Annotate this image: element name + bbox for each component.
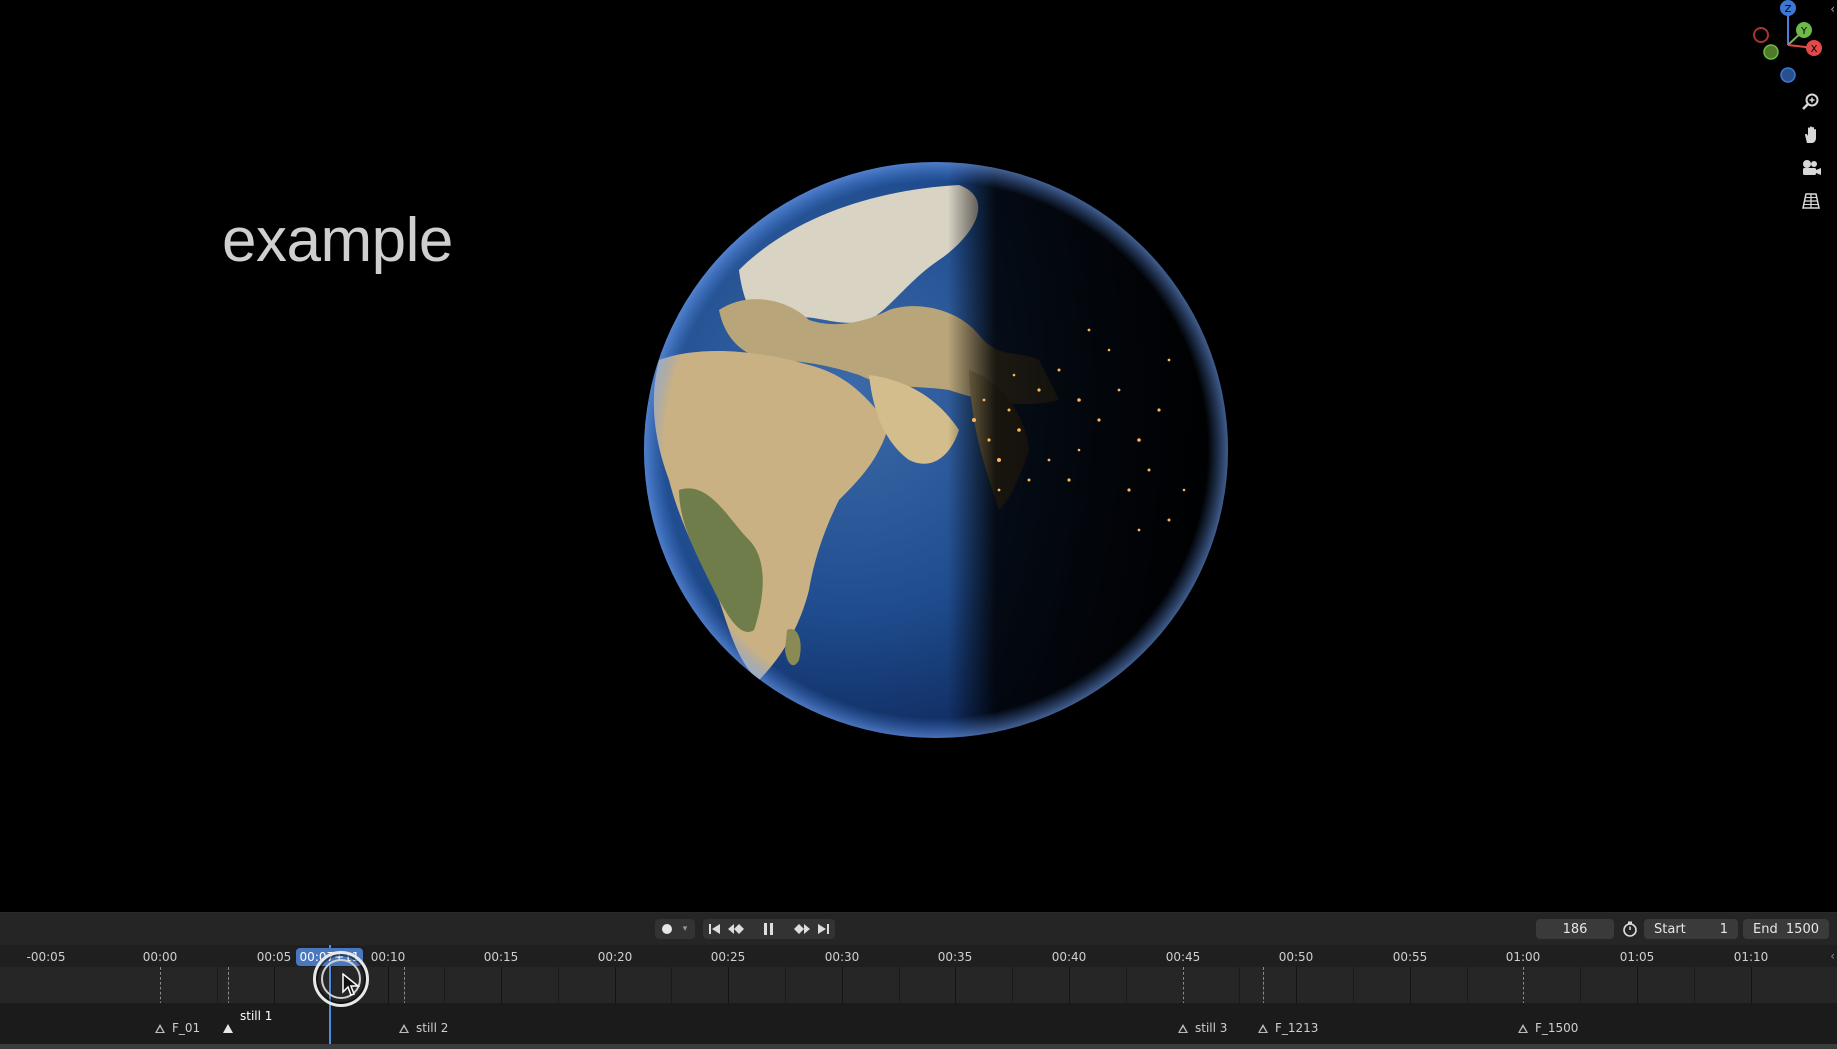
marker-row[interactable]: F_01 still 1 still 2 still 3 F_1213 F_15… — [0, 1003, 1837, 1043]
grid-line — [558, 967, 559, 1003]
camera-icon[interactable] — [1797, 154, 1825, 182]
marker-label: still 3 — [1195, 1021, 1228, 1035]
grid-line — [728, 967, 729, 1003]
mouse-pointer-icon — [342, 973, 360, 996]
grid-line — [388, 967, 389, 1003]
marker-label: still 2 — [416, 1021, 449, 1035]
grid-line — [1296, 967, 1297, 1003]
horizontal-scrollbar[interactable] — [0, 1044, 1837, 1049]
marker-item-selected[interactable]: still 1 — [223, 1009, 273, 1033]
earth-globe — [644, 162, 1228, 738]
marker-label: F_1213 — [1275, 1021, 1319, 1035]
time-ruler[interactable]: -00:05 00:00 00:05 00:10 00:15 00:20 00:… — [0, 945, 1837, 967]
ruler-tick: 00:50 — [1278, 950, 1314, 964]
pause-icon[interactable] — [757, 919, 779, 939]
start-frame-field[interactable]: Start 1 — [1644, 919, 1738, 939]
grid-line — [1126, 967, 1127, 1003]
3d-viewport[interactable]: example Z Y X ‹ — [0, 0, 1837, 912]
grid-line — [1410, 967, 1411, 1003]
jump-end-icon[interactable] — [813, 919, 833, 939]
grid-line — [217, 967, 218, 1003]
ruler-tick: 00:05 — [256, 950, 292, 964]
marker-triangle-icon — [155, 1023, 165, 1033]
start-label: Start — [1654, 921, 1686, 937]
marker-triangle-icon — [1258, 1023, 1268, 1033]
marker-triangle-icon — [399, 1023, 409, 1033]
marker-label: still 1 — [240, 1009, 273, 1023]
grid-line — [274, 967, 275, 1003]
navigation-gizmo[interactable]: Z Y X — [1747, 0, 1827, 90]
grid-line — [899, 967, 900, 1003]
gizmo-x-label: X — [1811, 44, 1818, 55]
ruler-tick: 00:55 — [1392, 950, 1428, 964]
start-value: 1 — [1719, 921, 1728, 937]
grid-line — [1069, 967, 1070, 1003]
keyframe-track-area[interactable] — [0, 967, 1837, 1003]
marker-item[interactable]: F_1500 — [1518, 1021, 1578, 1035]
marker-triangle-icon — [1518, 1023, 1528, 1033]
jump-start-icon[interactable] — [705, 919, 725, 939]
end-value: 1500 — [1785, 921, 1819, 937]
grid-line — [444, 967, 445, 1003]
grid-line — [1637, 967, 1638, 1003]
grid-line — [1751, 967, 1752, 1003]
gizmo-z-label: Z — [1785, 4, 1792, 15]
overlay-text: example — [222, 206, 453, 275]
ruler-tick: 00:20 — [597, 950, 633, 964]
grid-line — [501, 967, 502, 1003]
chevron-down-icon[interactable]: ▾ — [678, 919, 692, 939]
hand-pan-icon[interactable] — [1797, 121, 1825, 149]
ruler-tick: 01:00 — [1505, 950, 1541, 964]
grid-line — [1353, 967, 1354, 1003]
ruler-tick: 00:30 — [824, 950, 860, 964]
marker-item[interactable]: F_1213 — [1258, 1021, 1318, 1035]
ruler-tick: 00:45 — [1165, 950, 1201, 964]
stopwatch-icon[interactable] — [1620, 919, 1640, 939]
collapse-arrow-icon[interactable]: ‹ — [1830, 949, 1835, 963]
timeline-header: ▾ 186 Start 1 End 1500 — [0, 913, 1837, 945]
ruler-tick: 01:05 — [1619, 950, 1655, 964]
record-dot-icon[interactable] — [658, 919, 676, 939]
collapse-arrow-icon[interactable]: ‹ — [1830, 2, 1835, 16]
marker-triangle-icon — [1178, 1023, 1188, 1033]
ruler-tick: 00:15 — [483, 950, 519, 964]
marker-label: F_1500 — [1535, 1021, 1579, 1035]
grid-perspective-icon[interactable] — [1797, 187, 1825, 215]
grid-line — [1580, 967, 1581, 1003]
marker-item[interactable]: still 2 — [399, 1021, 448, 1035]
ruler-tick: -00:05 — [26, 950, 66, 964]
timeline-editor[interactable]: ▾ 186 Start 1 End 1500 -00:05 00:00 00:0… — [0, 912, 1837, 1049]
gizmo-y-label: Y — [1800, 26, 1808, 37]
grid-line — [615, 967, 616, 1003]
current-frame-field[interactable]: 186 — [1536, 919, 1614, 939]
grid-line — [955, 967, 956, 1003]
grid-line — [842, 967, 843, 1003]
grid-line — [1467, 967, 1468, 1003]
grid-line — [1694, 967, 1695, 1003]
end-label: End — [1753, 921, 1778, 937]
marker-item[interactable]: still 3 — [1178, 1021, 1227, 1035]
next-keyframe-icon[interactable] — [791, 919, 813, 939]
zoom-icon[interactable] — [1797, 88, 1825, 116]
ruler-tick: 00:40 — [1051, 950, 1087, 964]
marker-label: F_01 — [172, 1021, 201, 1035]
prev-keyframe-icon[interactable] — [725, 919, 747, 939]
ruler-tick: 00:10 — [370, 950, 406, 964]
grid-line — [671, 967, 672, 1003]
marker-item[interactable]: F_01 — [155, 1021, 200, 1035]
ruler-tick: 00:00 — [142, 950, 178, 964]
grid-line — [785, 967, 786, 1003]
marker-triangle-icon — [223, 1023, 233, 1033]
ruler-tick: 01:10 — [1733, 950, 1769, 964]
ruler-tick: 00:25 — [710, 950, 746, 964]
grid-line — [1239, 967, 1240, 1003]
end-frame-field[interactable]: End 1500 — [1743, 919, 1829, 939]
grid-line — [1012, 967, 1013, 1003]
ruler-tick: 00:35 — [937, 950, 973, 964]
